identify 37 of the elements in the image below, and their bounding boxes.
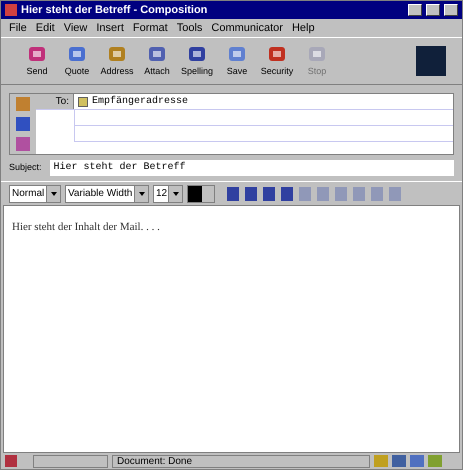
color-dropdown[interactable] [187, 184, 215, 202]
menu-item[interactable]: Tools [176, 20, 202, 36]
recipient-field[interactable]: Empfängeradresse [88, 94, 453, 109]
toolbar-button[interactable]: Spelling [177, 43, 217, 79]
recipient-field[interactable] [74, 126, 453, 142]
toolbar-button[interactable]: Security [257, 43, 297, 79]
recipient-field[interactable] [74, 110, 453, 126]
maximize-button[interactable] [426, 4, 440, 16]
toolbar-button[interactable]: Attach [137, 43, 177, 79]
close-button[interactable] [444, 4, 458, 16]
menu-item[interactable]: Format [132, 20, 168, 36]
menu-item[interactable]: View [64, 20, 88, 36]
app-icon [5, 4, 17, 16]
message-body[interactable]: Hier steht der Inhalt der Mail. . . . [3, 205, 460, 453]
status-text: Document: Done [112, 454, 370, 468]
minimize-button[interactable] [408, 4, 422, 16]
window-title: Hier steht der Betreff - Composition [21, 2, 208, 18]
paragraph-style-dropdown[interactable]: Normal [9, 184, 61, 202]
toolbar-button[interactable]: Address [97, 43, 137, 79]
dropdown-arrow-icon [138, 192, 144, 196]
menu-item[interactable]: Help [292, 20, 315, 36]
subject-label: Subject: [9, 161, 42, 174]
body-text: Hier steht der Inhalt der Mail. . . . [12, 221, 160, 233]
menu-item[interactable]: Communicator [211, 20, 283, 36]
font-size-dropdown[interactable]: 12 [153, 184, 183, 202]
toolbar-button[interactable]: Quote [57, 43, 97, 79]
address-type-dropdown[interactable]: To: [36, 94, 74, 109]
dropdown-arrow-icon [50, 192, 56, 196]
font-dropdown[interactable]: Variable Width [65, 184, 149, 202]
menu-item[interactable]: File [9, 20, 27, 36]
toolbar-button[interactable]: Send [17, 43, 57, 79]
menu-item[interactable]: Edit [36, 20, 55, 36]
contact-icon [78, 97, 88, 107]
subject-field[interactable]: Hier steht der Betreff [50, 160, 454, 176]
dropdown-arrow-icon [172, 192, 178, 196]
toolbar-button[interactable]: Save [217, 43, 257, 79]
menu-item[interactable]: Insert [96, 20, 124, 36]
